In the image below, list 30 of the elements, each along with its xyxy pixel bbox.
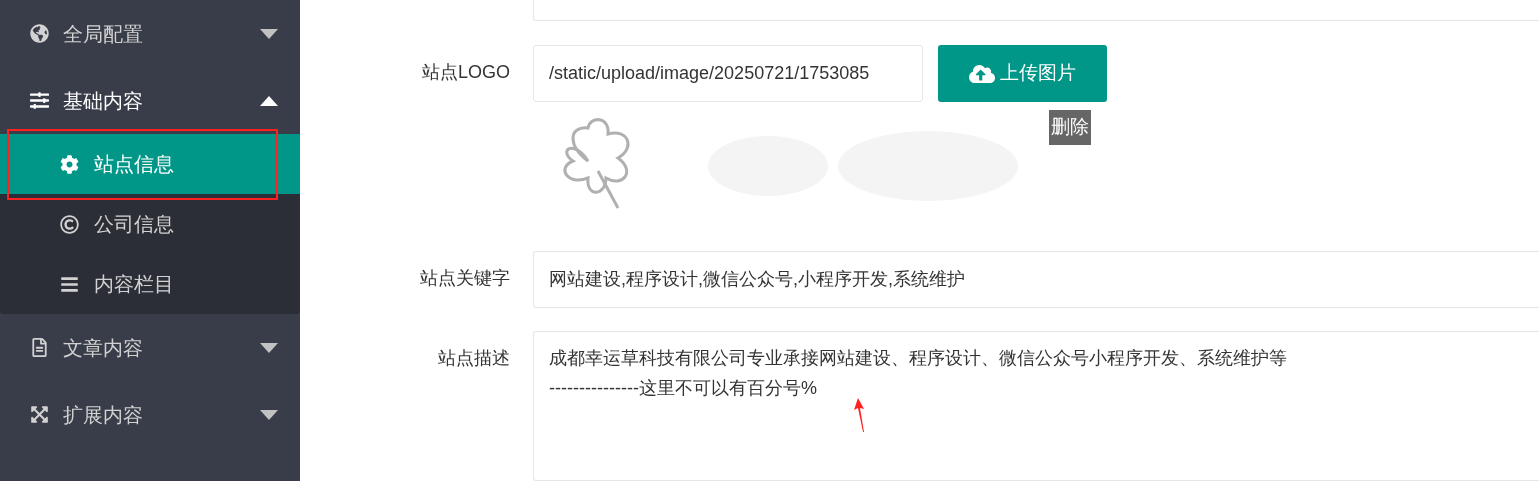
menu-item[interactable]: 全局配置 (0, 0, 300, 67)
input-field[interactable] (533, 0, 1539, 21)
caret-down-icon (260, 342, 278, 353)
submenu-item[interactable]: 站点信息 (0, 134, 300, 194)
submenu-item[interactable]: 公司信息 (0, 194, 300, 254)
input-field[interactable]: 网站建设,程序设计,微信公众号,小程序开发,系统维护 (533, 251, 1539, 308)
gear-icon (60, 154, 79, 174)
globe-icon (30, 24, 49, 43)
input-field[interactable]: /static/upload/image/20250721/1753085 (533, 45, 923, 102)
field-label: 站点LOGO (421, 61, 511, 84)
caret-down-icon (260, 409, 278, 420)
menu-icon (60, 274, 79, 294)
textarea-field[interactable]: 成都幸运草科技有限公司专业承接网站建设、程序设计、微信公众号小程序开发、系统维护等 ---------------这里不可以有百分号% (533, 331, 1539, 481)
expand-icon (30, 405, 49, 424)
submenu-item[interactable]: 内容栏目 (0, 254, 300, 314)
upload-button[interactable]: 上传图片 (938, 45, 1107, 102)
description-line: 成都幸运草科技有限公司专业承接网站建设、程序设计、微信公众号小程序开发、系统维护等 (549, 347, 1288, 370)
description-line: ---------------这里不可以有百分号% (549, 377, 818, 400)
caret-up-icon (260, 95, 278, 106)
field-label: 站点关键字 (419, 267, 511, 290)
menu-item[interactable]: 基础内容 (0, 67, 300, 134)
menu-item[interactable]: 扩展内容 (0, 381, 300, 448)
annotation-arrow (854, 398, 866, 434)
sliders-icon (30, 91, 49, 110)
field-label: 站点描述 (437, 347, 511, 370)
menu-item[interactable]: 文章内容 (0, 314, 300, 381)
delete-button[interactable]: 删除 (1049, 110, 1091, 145)
caret-down-icon (260, 28, 278, 39)
copyright-icon (60, 214, 79, 234)
document-icon (30, 338, 49, 357)
